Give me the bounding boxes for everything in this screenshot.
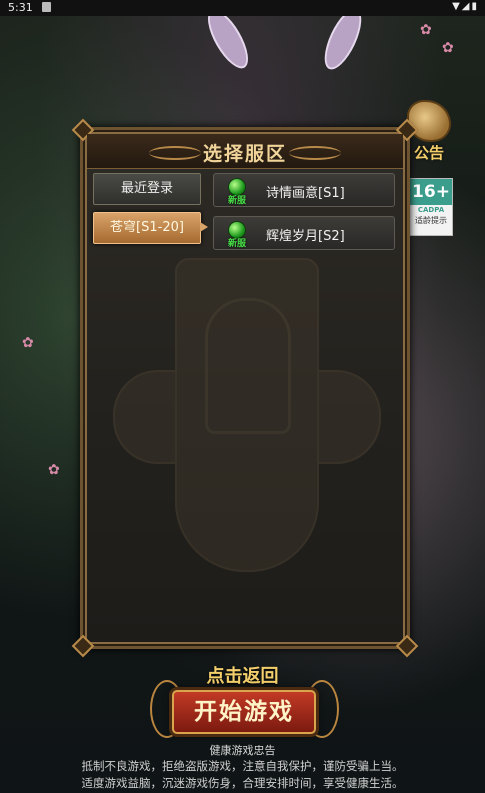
status-time: 5:31	[8, 1, 33, 14]
notification-icon	[42, 2, 51, 12]
server-item[interactable]: 新服 诗情画意[S1]	[213, 173, 395, 207]
server-status: 新服	[224, 176, 250, 206]
emblem-crest	[205, 298, 291, 434]
panel-title: 选择服区	[202, 143, 287, 165]
health-advice-title: 健康游戏忠告	[209, 744, 276, 757]
title-ornament-right	[289, 146, 341, 160]
age-rating-badge[interactable]: 16+ CADPA 适龄提示	[409, 178, 453, 236]
health-advice-line: 适度游戏益脑，沉迷游戏伤身，合理安排时间，享受健康生活。	[81, 776, 404, 790]
panel-title-bar: 选择服区	[87, 134, 403, 169]
start-game-button[interactable]: 开始游戏	[172, 690, 316, 734]
age-rating-tip: 适龄提示	[415, 216, 447, 225]
group-arrow-icon	[200, 222, 208, 232]
age-rating-number: 16+	[410, 179, 452, 205]
back-button[interactable]: 点击返回	[0, 662, 485, 688]
announcement-label: 公告	[413, 144, 444, 162]
server-select-panel: 选择服区 最近登录 苍穹[S1-20] 新服 诗情画意[S1] 新服 辉煌岁月[…	[71, 118, 419, 658]
blossom-decoration: ✿	[442, 40, 454, 56]
shield-emblem	[113, 258, 381, 598]
server-name: 诗情画意[S1]	[266, 186, 345, 201]
server-group-tab[interactable]: 苍穹[S1-20]	[93, 212, 201, 244]
blossom-decoration: ✿	[420, 22, 432, 38]
new-server-tag: 新服	[227, 239, 246, 249]
server-item[interactable]: 新服 辉煌岁月[S2]	[213, 216, 395, 250]
server-status: 新服	[224, 219, 250, 249]
new-server-tag: 新服	[227, 196, 246, 206]
recent-login-tab[interactable]: 最近登录	[93, 173, 201, 205]
system-icons: ▼◢▮	[452, 1, 479, 12]
health-advice-line: 抵制不良游戏，拒绝盗版游戏，注意自我保护，谨防受骗上当。	[81, 759, 404, 773]
scroll-icon	[407, 100, 451, 142]
blossom-decoration: ✿	[22, 335, 34, 351]
status-bar: 5:31 ▼◢▮	[0, 0, 485, 16]
server-name: 辉煌岁月[S2]	[266, 229, 345, 244]
age-rating-org: CADPA	[417, 206, 445, 214]
blossom-decoration: ✿	[48, 462, 60, 478]
